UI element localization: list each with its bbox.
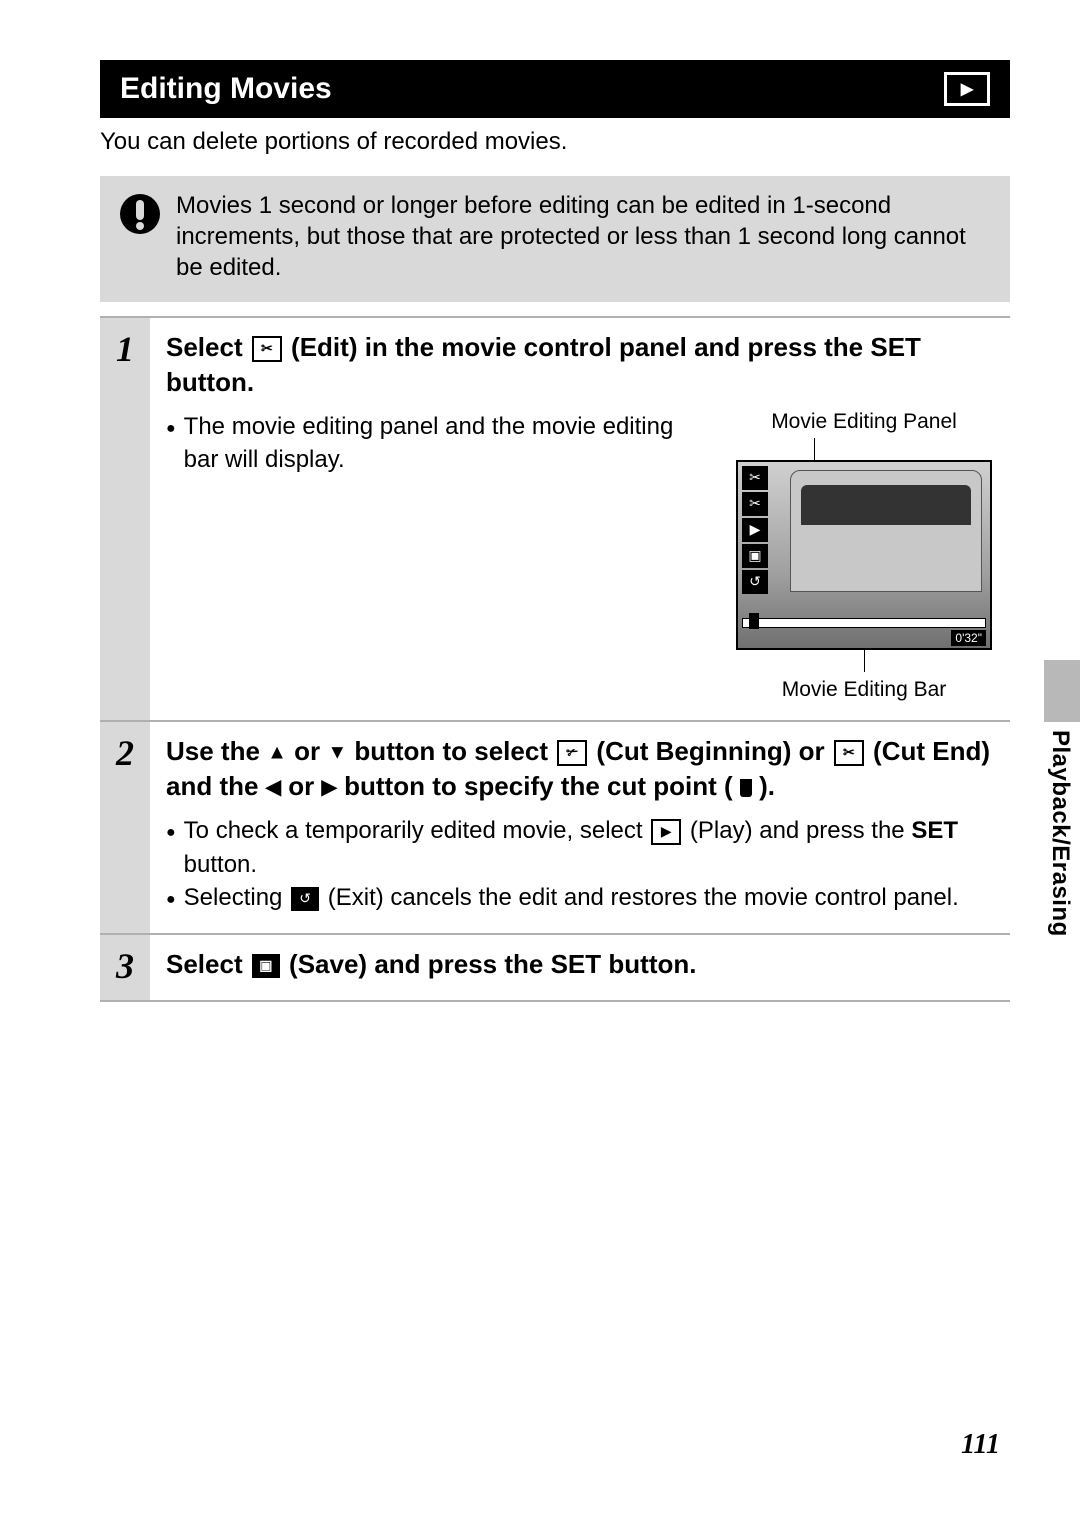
warning-box: Movies 1 second or longer before editing… (100, 176, 1010, 302)
down-arrow-icon: ▼ (327, 741, 347, 763)
play-icon: ▶ (651, 819, 681, 845)
panel-cutend-icon: ✂ (742, 492, 768, 516)
movie-editing-bar (742, 618, 986, 628)
panel-save-icon: ▣ (742, 544, 768, 568)
cut-marker (749, 613, 759, 629)
up-arrow-icon: ▲ (267, 741, 287, 763)
panel-exit-icon: ↺ (742, 570, 768, 594)
sample-frame (790, 470, 982, 592)
edit-scissors-icon: ✂ (252, 336, 282, 362)
pointer-line (864, 648, 1004, 672)
save-icon: ▣ (252, 954, 280, 978)
caution-icon (118, 192, 162, 284)
step-1: 1 Select ✂ (Edit) in the movie control p… (100, 316, 1010, 720)
step2-bullet2: ● Selecting ↺ (Exit) cancels the edit an… (166, 881, 1004, 915)
cut-beginning-icon: ✃ (557, 740, 587, 766)
step2-bullet1: ● To check a temporarily edited movie, s… (166, 814, 1004, 881)
movie-editing-bar-label: Movie Editing Bar (724, 678, 1004, 702)
section-title: Editing Movies (120, 72, 332, 106)
step1-bullet: ● The movie editing panel and the movie … (166, 410, 694, 477)
bullet-icon: ● (166, 418, 176, 440)
side-tab-marker (1044, 660, 1080, 722)
pointer-line (814, 438, 1004, 462)
playback-mode-icon: ▶ (944, 72, 990, 106)
step-number: 3 (100, 935, 150, 1000)
exit-icon: ↺ (291, 887, 319, 911)
bullet-icon: ● (166, 822, 176, 844)
step-3: 3 Select ▣ (Save) and press the SET butt… (100, 933, 1010, 1002)
panel-play-icon: ▶ (742, 518, 768, 542)
panel-cutbegin-icon: ✂ (742, 466, 768, 490)
step-number: 1 (100, 318, 150, 720)
steps-list: 1 Select ✂ (Edit) in the movie control p… (100, 316, 1010, 1002)
intro-text: You can delete portions of recorded movi… (100, 128, 1010, 156)
bullet-icon: ● (166, 889, 176, 911)
step2-heading: Use the ▲ or ▼ button to select ✃ (Cut B… (166, 734, 1004, 804)
movie-editing-screenshot: ✂ ✂ ▶ ▣ ↺ 0'32" (736, 460, 992, 650)
step3-heading: Select ▣ (Save) and press the SET button… (166, 947, 1004, 982)
step1-heading: Select ✂ (Edit) in the movie control pan… (166, 330, 1004, 400)
edit-panel-icons: ✂ ✂ ▶ ▣ ↺ (742, 466, 768, 594)
page-number: 111 (961, 1429, 1000, 1461)
warning-text: Movies 1 second or longer before editing… (176, 190, 992, 284)
side-tab: Playback/Erasing (1036, 660, 1080, 1000)
step-2: 2 Use the ▲ or ▼ button to select ✃ (Cut… (100, 720, 1010, 933)
movie-editing-panel-label: Movie Editing Panel (724, 410, 1004, 434)
cut-point-marker-icon (740, 779, 752, 797)
side-tab-label: Playback/Erasing (1046, 730, 1074, 937)
figure-column: Movie Editing Panel ✂ ✂ ▶ ▣ ↺ (724, 410, 1004, 702)
section-title-bar: Editing Movies ▶ (100, 60, 1010, 118)
step-number: 2 (100, 722, 150, 933)
clip-time: 0'32" (951, 630, 986, 646)
right-arrow-icon: ▶ (322, 776, 337, 798)
cut-end-icon: ✂ (834, 740, 864, 766)
left-arrow-icon: ◀ (266, 776, 281, 798)
